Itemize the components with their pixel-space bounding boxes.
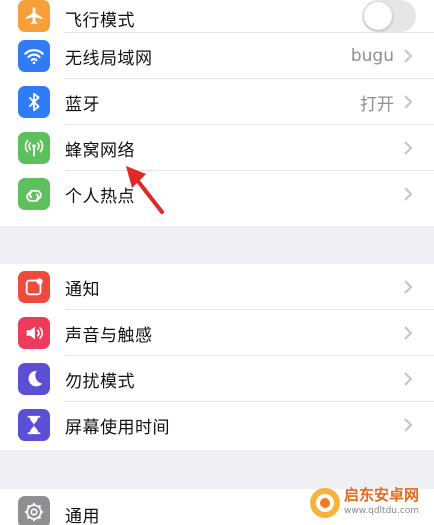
notification-icon [18,271,50,303]
toggle-knob [364,2,392,30]
notifications-label: 通知 [65,279,100,300]
sounds-label: 声音与触感 [65,325,153,346]
bluetooth-value: 打开 [360,94,394,115]
settings-page: 飞行模式 无线局域网 bugu 蓝牙 打开 蜂窝网络 个人热点 通知 声音与触感… [0,0,434,525]
hotspot-icon [18,178,50,210]
chevron-right-icon [404,95,413,109]
settings-row-screentime[interactable]: 屏幕使用时间 [0,402,434,448]
settings-row-wifi[interactable]: 无线局域网 bugu [0,33,434,79]
settings-row-hotspot[interactable]: 个人热点 [0,171,434,217]
settings-row-dnd[interactable]: 勿扰模式 [0,356,434,402]
watermark: 启东安卓网 www.qdltdu.com [304,480,434,525]
cellular-label: 蜂窝网络 [65,140,135,161]
airplane-toggle[interactable] [362,0,416,32]
watermark-url: www.qdltdu.com [344,506,420,516]
chevron-right-icon [404,49,413,63]
settings-row-sounds[interactable]: 声音与触感 [0,310,434,356]
airplane-label: 飞行模式 [65,11,135,31]
general-label: 通用 [65,507,100,525]
chevron-right-icon [404,418,413,432]
watermark-logo-icon [310,488,340,518]
settings-row-airplane[interactable]: 飞行模式 [0,0,434,33]
wifi-value: bugu [350,46,394,66]
settings-row-notifications[interactable]: 通知 [0,264,434,310]
settings-row-cellular[interactable]: 蜂窝网络 [0,125,434,171]
watermark-title: 启东安卓网 [344,486,420,504]
chevron-right-icon [404,372,413,386]
wifi-label: 无线局域网 [65,48,153,69]
chevron-right-icon [404,187,413,201]
screentime-label: 屏幕使用时间 [65,417,170,438]
settings-row-bluetooth[interactable]: 蓝牙 打开 [0,79,434,125]
notifications-group: 通知 声音与触感 勿扰模式 屏幕使用时间 [0,264,434,450]
hourglass-icon [18,409,50,441]
speaker-icon [18,317,50,349]
chevron-right-icon [404,141,413,155]
gear-icon [18,496,50,525]
chevron-right-icon [404,326,413,340]
wifi-icon [18,40,50,72]
chevron-right-icon [404,280,413,294]
bluetooth-label: 蓝牙 [65,94,100,115]
moon-icon [18,363,50,395]
airplane-icon [18,0,50,32]
hotspot-label: 个人热点 [65,186,135,207]
cellular-icon [18,132,50,164]
dnd-label: 勿扰模式 [65,371,135,392]
connectivity-group: 飞行模式 无线局域网 bugu 蓝牙 打开 蜂窝网络 个人热点 [0,0,434,226]
bluetooth-icon [18,86,50,118]
